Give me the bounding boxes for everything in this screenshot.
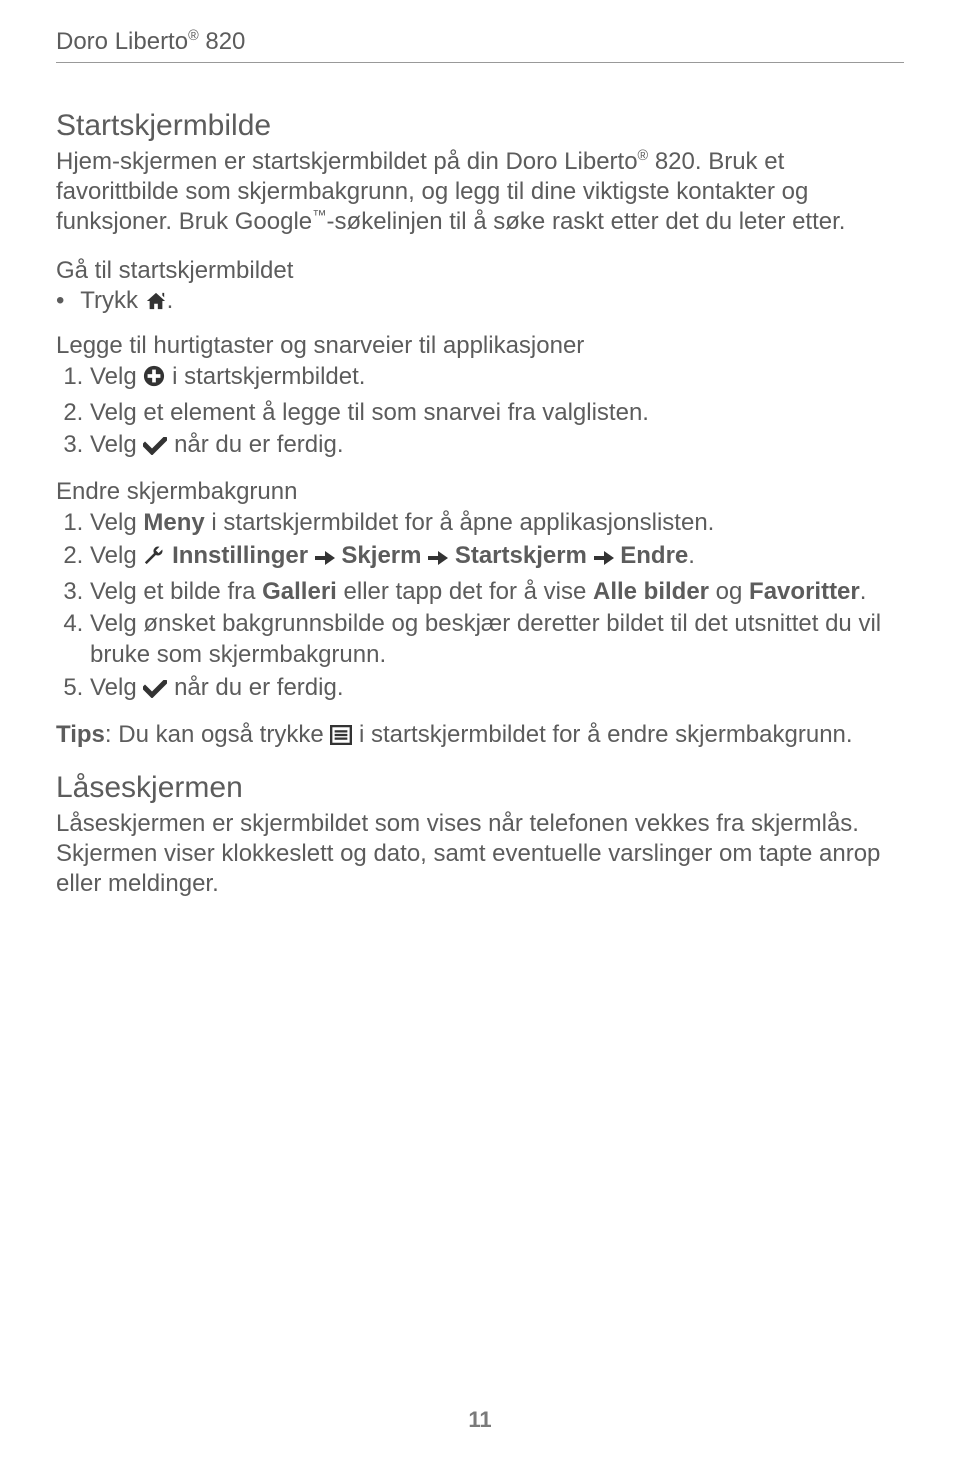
- arrow-right-icon: [428, 544, 448, 575]
- subheading-go-home: Gå til startskjermbildet: [56, 257, 904, 285]
- intro-paragraph: Hjem-skjermen er startskjermbildet på di…: [56, 147, 904, 237]
- menu-icon: [330, 723, 352, 753]
- bullet-press-home: • Trykk .: [56, 287, 904, 318]
- list-item: Velg når du er ferdig.: [90, 673, 904, 707]
- text: i startskjermbildet for å åpne applikasj…: [205, 509, 715, 536]
- text: Velg: [90, 542, 143, 569]
- tip-post: i startskjermbildet for å endre skjermba…: [359, 721, 853, 748]
- bold-endre: Endre: [620, 542, 688, 569]
- bold-meny: Meny: [143, 509, 204, 536]
- bullet-text-post: .: [167, 287, 174, 314]
- tip-pre: : Du kan også trykke: [105, 721, 330, 748]
- ordered-list-shortcuts: Velg i startskjermbildet. Velg et elemen…: [56, 362, 904, 464]
- text: når du er ferdig.: [174, 674, 343, 701]
- subheading-add-shortcuts: Legge til hurtigtaster og snarveier til …: [56, 332, 904, 360]
- checkmark-icon: [143, 433, 167, 464]
- ordered-list-wallpaper: Velg Meny i startskjermbildet for å åpne…: [56, 508, 904, 706]
- tip-label: Tips: [56, 721, 105, 748]
- list-item: Velg Innstillinger Skjerm Startskjerm En…: [90, 541, 904, 575]
- list-item: Velg når du er ferdig.: [90, 430, 904, 464]
- arrow-right-icon: [315, 544, 335, 575]
- text: Velg et bilde fra: [90, 578, 262, 605]
- list-item: Velg i startskjermbildet.: [90, 362, 904, 396]
- product-title: Doro Liberto® 820: [56, 28, 904, 56]
- text: eller tapp det for å vise: [337, 578, 593, 605]
- arrow-right-icon: [594, 544, 614, 575]
- subheading-change-wallpaper: Endre skjermbakgrunn: [56, 478, 904, 506]
- tip-paragraph: Tips: Du kan også trykke i startskjermbi…: [56, 720, 904, 753]
- bold-favoritter: Favoritter: [749, 578, 860, 605]
- lockscreen-paragraph: Låseskjermen er skjermbildet som vises n…: [56, 809, 904, 899]
- text: i startskjermbildet.: [172, 363, 365, 390]
- text: Velg: [90, 431, 143, 458]
- page-number: 11: [0, 1407, 960, 1433]
- text: .: [860, 578, 867, 605]
- text: .: [688, 542, 695, 569]
- bold-startskjerm: Startskjerm: [455, 542, 594, 569]
- list-item: Velg et bilde fra Galleri eller tapp det…: [90, 577, 904, 608]
- text: når du er ferdig.: [174, 431, 343, 458]
- bold-innstillinger: Innstillinger: [172, 542, 315, 569]
- bullet-text-pre: Trykk: [80, 287, 144, 314]
- bold-galleri: Galleri: [262, 578, 337, 605]
- page: Doro Liberto® 820 Startskjermbilde Hjem-…: [0, 0, 960, 1457]
- list-item: Velg ønsket bakgrunnsbilde og beskjær de…: [90, 609, 904, 670]
- section-title-startskjermbilde: Startskjermbilde: [56, 109, 904, 143]
- text: og: [709, 578, 749, 605]
- bold-alle-bilder: Alle bilder: [593, 578, 709, 605]
- plus-circle-icon: [143, 365, 165, 396]
- wrench-icon: [143, 544, 165, 575]
- header-rule: [56, 62, 904, 63]
- checkmark-icon: [143, 676, 167, 707]
- bold-skjerm: Skjerm: [341, 542, 428, 569]
- home-icon: [145, 290, 167, 318]
- text: Velg: [90, 509, 143, 536]
- list-item: Velg Meny i startskjermbildet for å åpne…: [90, 508, 904, 539]
- text: Velg: [90, 674, 143, 701]
- section-title-laseskjermen: Låseskjermen: [56, 771, 904, 805]
- list-item: Velg et element å legge til som snarvei …: [90, 398, 904, 429]
- text: Velg: [90, 363, 143, 390]
